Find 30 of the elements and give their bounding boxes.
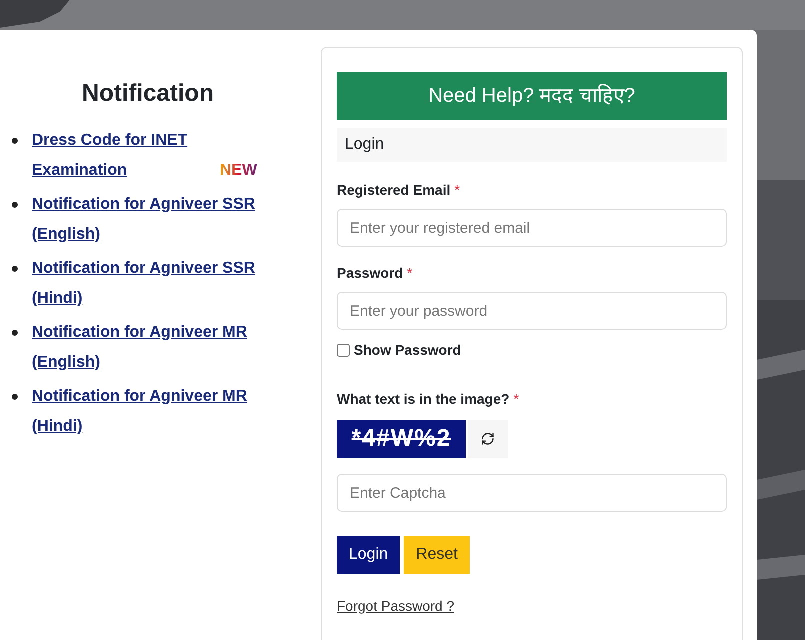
bullet-icon [12,138,18,144]
field-label: Password [337,264,404,283]
notification-link[interactable]: Notification for Agniveer SSR (English) [32,190,294,250]
input-field[interactable]: Enter your registered email [337,209,727,247]
bullet-icon [12,394,18,400]
notification-link[interactable]: Notification for Agniveer SSR (Hindi) [32,254,294,314]
help-button[interactable]: Need Help? मदद चाहिए? [337,72,727,120]
checkbox-label: Show Password [354,341,462,360]
bullet-icon [12,266,18,272]
field-label: What text is in the image? [337,390,510,409]
required-mark: * [514,390,520,409]
input-field[interactable]: Enter Captcha [337,474,727,512]
section-title: Notification [81,79,215,109]
forgot-password-link[interactable]: Forgot Password ? [337,596,454,617]
refresh-icon [481,432,495,446]
refresh-button[interactable] [468,420,508,458]
bullet-icon [12,330,18,336]
notification-link[interactable]: Dress Code for INET Examination [32,126,212,186]
notification-link[interactable]: Notification for Agniveer MR (English) [32,318,294,378]
bullet-icon [12,202,18,208]
notification-link[interactable]: Notification for Agniveer MR (Hindi) [32,382,294,442]
required-mark: * [454,181,460,200]
reset-button[interactable]: Reset [404,536,470,574]
checkbox[interactable] [337,344,350,357]
input-field[interactable]: Enter your password [337,292,727,330]
login-header: Login [337,128,727,162]
field-label: Registered Email [337,181,451,200]
required-mark: * [407,264,413,283]
captcha-image: *4#W%2 [337,420,466,458]
login-button[interactable]: Login [337,536,400,574]
